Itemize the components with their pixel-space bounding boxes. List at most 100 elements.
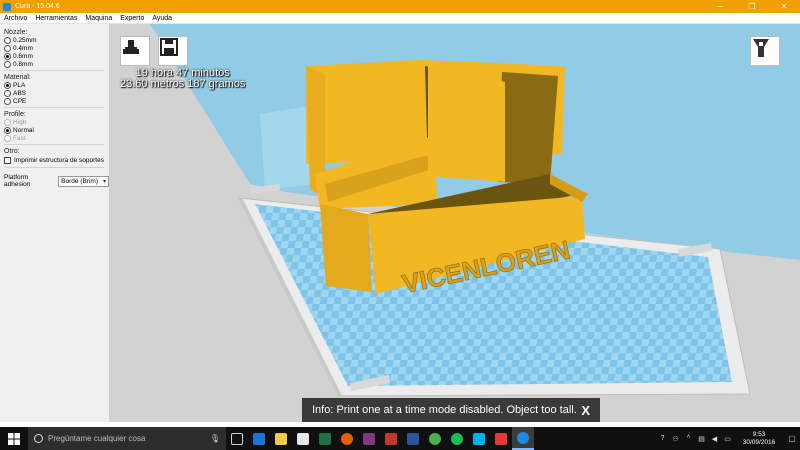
radio-icon [4, 134, 11, 142]
taskbar-app-firefox[interactable] [336, 427, 358, 450]
clock-date: 30/09/2016 [742, 438, 776, 446]
material-option-cpe[interactable]: CPE [4, 97, 109, 105]
option-label: Normal [13, 126, 34, 134]
divider [4, 107, 104, 108]
toast-close-button[interactable]: X [581, 403, 590, 418]
toast-message: Info: Print one at a time mode disabled.… [312, 404, 577, 416]
profile-label: Profile: [4, 111, 26, 118]
adhesion-value: Borde (Brim) [61, 177, 98, 185]
search-placeholder: Pregúntame cualquier cosa [48, 434, 146, 443]
radio-checked-icon [4, 126, 11, 134]
menu-archivo[interactable]: Archivo [0, 15, 31, 22]
battery-icon[interactable]: ▭ [721, 435, 734, 443]
firefox-icon [341, 432, 353, 445]
file-explorer-icon [275, 432, 287, 445]
model-tray-left [320, 204, 372, 292]
divider [4, 144, 104, 145]
divider [4, 70, 104, 71]
view-mode-button[interactable] [750, 36, 780, 66]
model-tall-wall [428, 64, 505, 182]
microphone-icon[interactable]: 🎙 [210, 434, 220, 443]
profile-option-normal[interactable]: Normal [4, 126, 109, 134]
start-button[interactable] [0, 427, 28, 450]
network-icon[interactable]: ▤ [695, 435, 708, 443]
taskbar-search[interactable]: Pregúntame cualquier cosa 🎙 [28, 427, 226, 450]
people-icon[interactable]: ⚇ [669, 435, 682, 443]
taskbar-app-photos[interactable] [380, 427, 402, 450]
taskbar: Pregúntame cualquier cosa 🎙 ? ⚇ ^ ▤ ◀ ▭ … [0, 427, 800, 450]
menu-herramientas[interactable]: Herramientas [31, 15, 81, 22]
print-estimate: 19 hora 47 minutos 23.60 metros 187 gram… [120, 68, 245, 90]
taskbar-app-edge[interactable] [248, 427, 270, 450]
volume-icon[interactable]: ◀ [708, 435, 721, 443]
windows-logo-icon [8, 432, 20, 445]
chevron-up-icon[interactable]: ^ [682, 435, 695, 442]
support-label: Imprimir estructura de soportes [14, 156, 104, 164]
menu-ayuda[interactable]: Ayuda [148, 15, 176, 22]
minimize-button[interactable]: ─ [704, 0, 736, 13]
radio-checked-icon [4, 52, 11, 60]
nozzle-option-0-25[interactable]: 0.25mm [4, 36, 109, 44]
taskbar-app-spotify[interactable] [446, 427, 468, 450]
support-checkbox[interactable]: Imprimir estructura de soportes [4, 155, 109, 165]
option-label: 0.4mm [13, 44, 33, 52]
radio-icon [4, 60, 11, 68]
taskbar-app-app-red[interactable] [490, 427, 512, 450]
taskbar-app-chrome[interactable] [424, 427, 446, 450]
print-material: 23.60 metros 187 gramos [120, 78, 246, 90]
chrome-icon [429, 432, 441, 445]
profile-option-high: High [4, 118, 109, 126]
taskbar-app-skype[interactable] [468, 427, 490, 450]
model-inner-shade-2 [498, 72, 558, 184]
other-label: Otro: [4, 148, 20, 155]
option-label: ABS [13, 89, 27, 97]
nozzle-option-0-4[interactable]: 0.4mm [4, 44, 109, 52]
radio-icon [4, 97, 11, 105]
clock[interactable]: 9:53 30/09/2016 [734, 431, 784, 447]
taskbar-app-excel[interactable] [314, 427, 336, 450]
excel-icon [319, 432, 331, 445]
taskbar-app-file-explorer[interactable] [270, 427, 292, 450]
view-mode-icon [753, 39, 769, 57]
taskbar-app-onenote[interactable] [358, 427, 380, 450]
taskbar-app-task-view[interactable] [226, 427, 248, 450]
help-icon[interactable]: ? [656, 435, 669, 442]
material-option-pla[interactable]: PLA [4, 81, 109, 89]
title-bar: Cura - 15.04.6 ─ ❐ ✕ [0, 0, 800, 13]
option-label: 0.8mm [13, 60, 33, 68]
maximize-button[interactable]: ❐ [736, 0, 768, 13]
divider [4, 167, 104, 168]
info-toast: Info: Print one at a time mode disabled.… [302, 398, 600, 422]
option-label: 0.6mm [13, 52, 33, 60]
store-icon [297, 432, 309, 445]
taskbar-app-store[interactable] [292, 427, 314, 450]
window-title: Cura - 15.04.6 [15, 3, 60, 10]
option-label: CPE [13, 97, 27, 105]
close-button[interactable]: ✕ [768, 0, 800, 13]
menu-bar: Archivo Herramientas Maquina Experto Ayu… [0, 13, 800, 24]
radio-icon [4, 36, 11, 44]
adhesion-label: Platform adhesion [4, 174, 31, 188]
chevron-down-icon: ▾ [102, 178, 106, 185]
cortana-icon [34, 434, 43, 443]
menu-experto[interactable]: Experto [116, 15, 148, 22]
save-icon [160, 38, 178, 56]
taskbar-app-cura[interactable] [512, 427, 534, 450]
nozzle-option-0-6[interactable]: 0.6mm [4, 52, 109, 60]
adhesion-select[interactable]: Borde (Brim) ▾ [58, 175, 109, 187]
nozzle-option-0-8[interactable]: 0.8mm [4, 60, 109, 68]
save-gcode-button[interactable] [158, 36, 188, 66]
load-model-button[interactable] [120, 36, 150, 66]
system-tray: ? ⚇ ^ ▤ ◀ ▭ 9:53 30/09/2016 ▢ [656, 427, 800, 450]
cura-app-icon [3, 2, 11, 11]
3d-viewport[interactable]: VICENLOREN 19 hora 47 minutos 23.60 metr… [110, 24, 800, 422]
material-option-abs[interactable]: ABS [4, 89, 109, 97]
settings-panel: Nozzle: 0.25mm 0.4mm 0.6mm 0.8mm Materia… [0, 24, 110, 422]
menu-maquina[interactable]: Maquina [81, 15, 116, 22]
photos-icon [385, 432, 397, 445]
notifications-icon[interactable]: ▢ [784, 434, 800, 443]
taskbar-app-word[interactable] [402, 427, 424, 450]
edge-icon [253, 432, 265, 445]
load-icon [123, 40, 139, 54]
option-label: 0.25mm [13, 36, 37, 44]
